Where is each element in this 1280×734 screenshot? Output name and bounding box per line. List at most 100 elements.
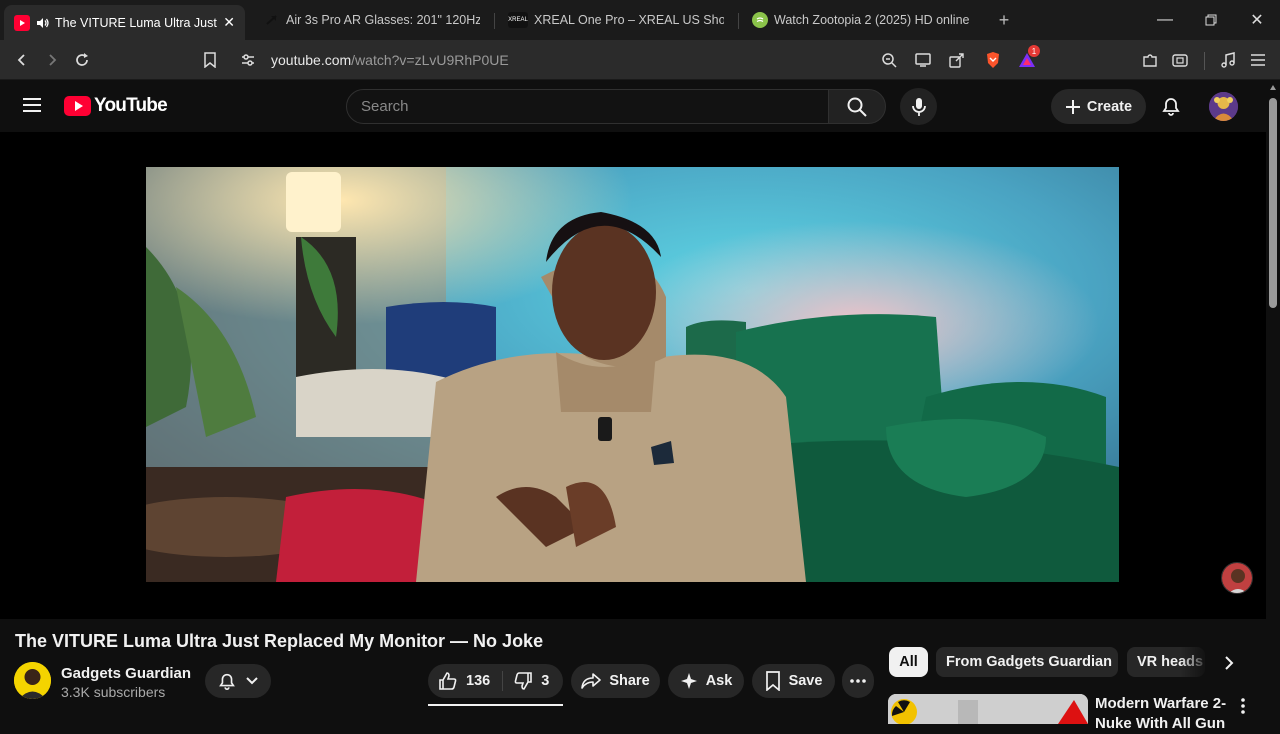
account-avatar[interactable]	[1209, 92, 1238, 121]
bookmark-icon	[765, 671, 780, 691]
url-path: /watch?v=zLvU9RhP0UE	[351, 52, 509, 68]
brave-shields-button[interactable]	[983, 50, 1003, 70]
tab-air3s[interactable]: Air 3s Pro AR Glasses: 201" 120Hz 12	[254, 5, 490, 35]
search-input[interactable]: Search	[346, 89, 829, 124]
reload-button[interactable]	[72, 50, 92, 70]
forward-button[interactable]	[42, 50, 62, 70]
channel-name[interactable]: Gadgets Guardian	[61, 665, 191, 682]
tab-xreal[interactable]: XREAL XREAL One Pro – XREAL US Shop	[498, 5, 734, 35]
reload-icon	[76, 53, 88, 66]
music-note-icon	[1221, 52, 1235, 68]
back-arrow-icon	[17, 54, 25, 66]
notification-badge: 1	[1028, 45, 1040, 57]
page-scrollbar[interactable]	[1266, 80, 1280, 720]
puzzle-icon	[1143, 54, 1157, 67]
tab-divider	[738, 13, 739, 29]
youtube-logo[interactable]: YouTube	[64, 95, 168, 117]
thumbs-up-icon	[439, 672, 457, 690]
back-button[interactable]	[12, 50, 32, 70]
xreal-icon: XREAL	[508, 12, 528, 28]
voice-search-button[interactable]	[900, 88, 937, 125]
forward-arrow-icon	[49, 54, 57, 66]
restore-icon	[1205, 14, 1217, 26]
close-window-button[interactable]: ✕	[1234, 0, 1280, 40]
save-label: Save	[788, 673, 823, 689]
guide-menu-button[interactable]	[22, 96, 42, 119]
chips-next-button[interactable]	[1216, 650, 1242, 676]
dislike-count: 3	[541, 673, 550, 689]
menu-button[interactable]	[1248, 50, 1268, 70]
save-button[interactable]: Save	[752, 664, 835, 698]
url-host: youtube.com	[271, 52, 352, 68]
tab-title: The VITURE Luma Ultra Just Replaced My M…	[55, 15, 217, 30]
cast-icon	[915, 53, 931, 67]
new-tab-button[interactable]: +	[990, 8, 1018, 32]
tab-title: Watch Zootopia 2 (2025) HD online F	[774, 13, 972, 27]
youtube-play-logo-icon	[64, 96, 91, 116]
channel-avatar[interactable]	[14, 662, 51, 699]
like-button[interactable]: 136	[438, 671, 504, 691]
green-play-icon	[752, 12, 768, 28]
bell-icon	[219, 673, 235, 690]
dislike-button[interactable]: 3	[503, 671, 549, 691]
microphone-icon	[911, 97, 926, 116]
hamburger-menu-icon	[1251, 54, 1265, 66]
tab-title: XREAL One Pro – XREAL US Shop	[534, 13, 724, 27]
zoom-button[interactable]	[879, 50, 899, 70]
bell-icon	[1162, 98, 1180, 116]
restore-button[interactable]	[1188, 0, 1234, 40]
tab-divider	[494, 13, 495, 29]
youtube-icon	[14, 14, 30, 31]
brave-lion-icon	[987, 52, 999, 68]
scrollbar-thumb[interactable]	[1269, 98, 1277, 308]
extensions-button[interactable]	[1140, 50, 1160, 70]
wallet-button[interactable]	[1170, 50, 1190, 70]
chip-fade	[1180, 647, 1210, 677]
video-frame[interactable]	[146, 167, 1119, 582]
more-horizontal-icon	[850, 679, 866, 683]
share-arrow-icon	[581, 673, 602, 689]
chip-label: From Gadgets Guardian	[946, 654, 1112, 670]
recommendation-menu-button[interactable]	[1236, 696, 1250, 716]
site-info-button[interactable]	[238, 50, 258, 70]
subscription-bell-button[interactable]	[205, 664, 271, 698]
brave-rewards-button[interactable]: 1	[1017, 45, 1040, 70]
sparkle-icon	[680, 673, 697, 689]
audio-icon[interactable]	[36, 16, 50, 30]
more-actions-button[interactable]	[842, 664, 874, 698]
chip-all[interactable]: All	[889, 647, 928, 677]
thumbs-down-icon	[514, 672, 533, 690]
toolbar-divider	[1204, 52, 1205, 70]
bookmark-button[interactable]	[200, 50, 220, 70]
avatar-image	[1209, 92, 1238, 121]
tab-zootopia[interactable]: Watch Zootopia 2 (2025) HD online F	[742, 5, 982, 35]
more-vertical-icon	[1241, 698, 1245, 714]
share-button[interactable]: Share	[571, 664, 660, 698]
share-label: Share	[609, 673, 650, 689]
close-icon[interactable]: ✕	[223, 14, 235, 31]
media-button[interactable]	[1218, 50, 1238, 70]
search-button[interactable]	[828, 89, 886, 124]
tab-title: Air 3s Pro AR Glasses: 201" 120Hz 12	[286, 13, 480, 27]
tune-icon	[242, 54, 254, 66]
minimize-button[interactable]: —	[1142, 0, 1188, 40]
chevron-down-icon	[246, 677, 258, 685]
video-player[interactable]	[0, 132, 1266, 619]
ask-button[interactable]: Ask	[668, 664, 744, 698]
channel-watermark-avatar[interactable]	[1221, 562, 1253, 594]
like-count: 136	[466, 673, 491, 689]
tab-viture-video[interactable]: The VITURE Luma Ultra Just Replaced My M…	[4, 5, 245, 40]
chip-from-channel[interactable]: From Gadgets Guardian	[936, 647, 1118, 677]
ask-label: Ask	[705, 673, 733, 689]
notifications-button[interactable]	[1160, 95, 1182, 122]
url-field[interactable]: youtube.com/watch?v=zLvU9RhP0UE	[271, 52, 509, 68]
bookmark-icon	[204, 52, 216, 68]
create-button[interactable]: Create	[1051, 89, 1146, 124]
create-label: Create	[1086, 98, 1133, 115]
recommendation-title[interactable]: Modern Warfare 2- Nuke With All Gun	[1095, 694, 1230, 734]
wallet-icon	[1172, 54, 1188, 67]
cast-button[interactable]	[913, 50, 933, 70]
youtube-wordmark: YouTube	[94, 95, 168, 116]
browser-toolbar: youtube.com/watch?v=zLvU9RhP0UE 1	[0, 40, 1280, 80]
share-page-button[interactable]	[947, 50, 967, 70]
